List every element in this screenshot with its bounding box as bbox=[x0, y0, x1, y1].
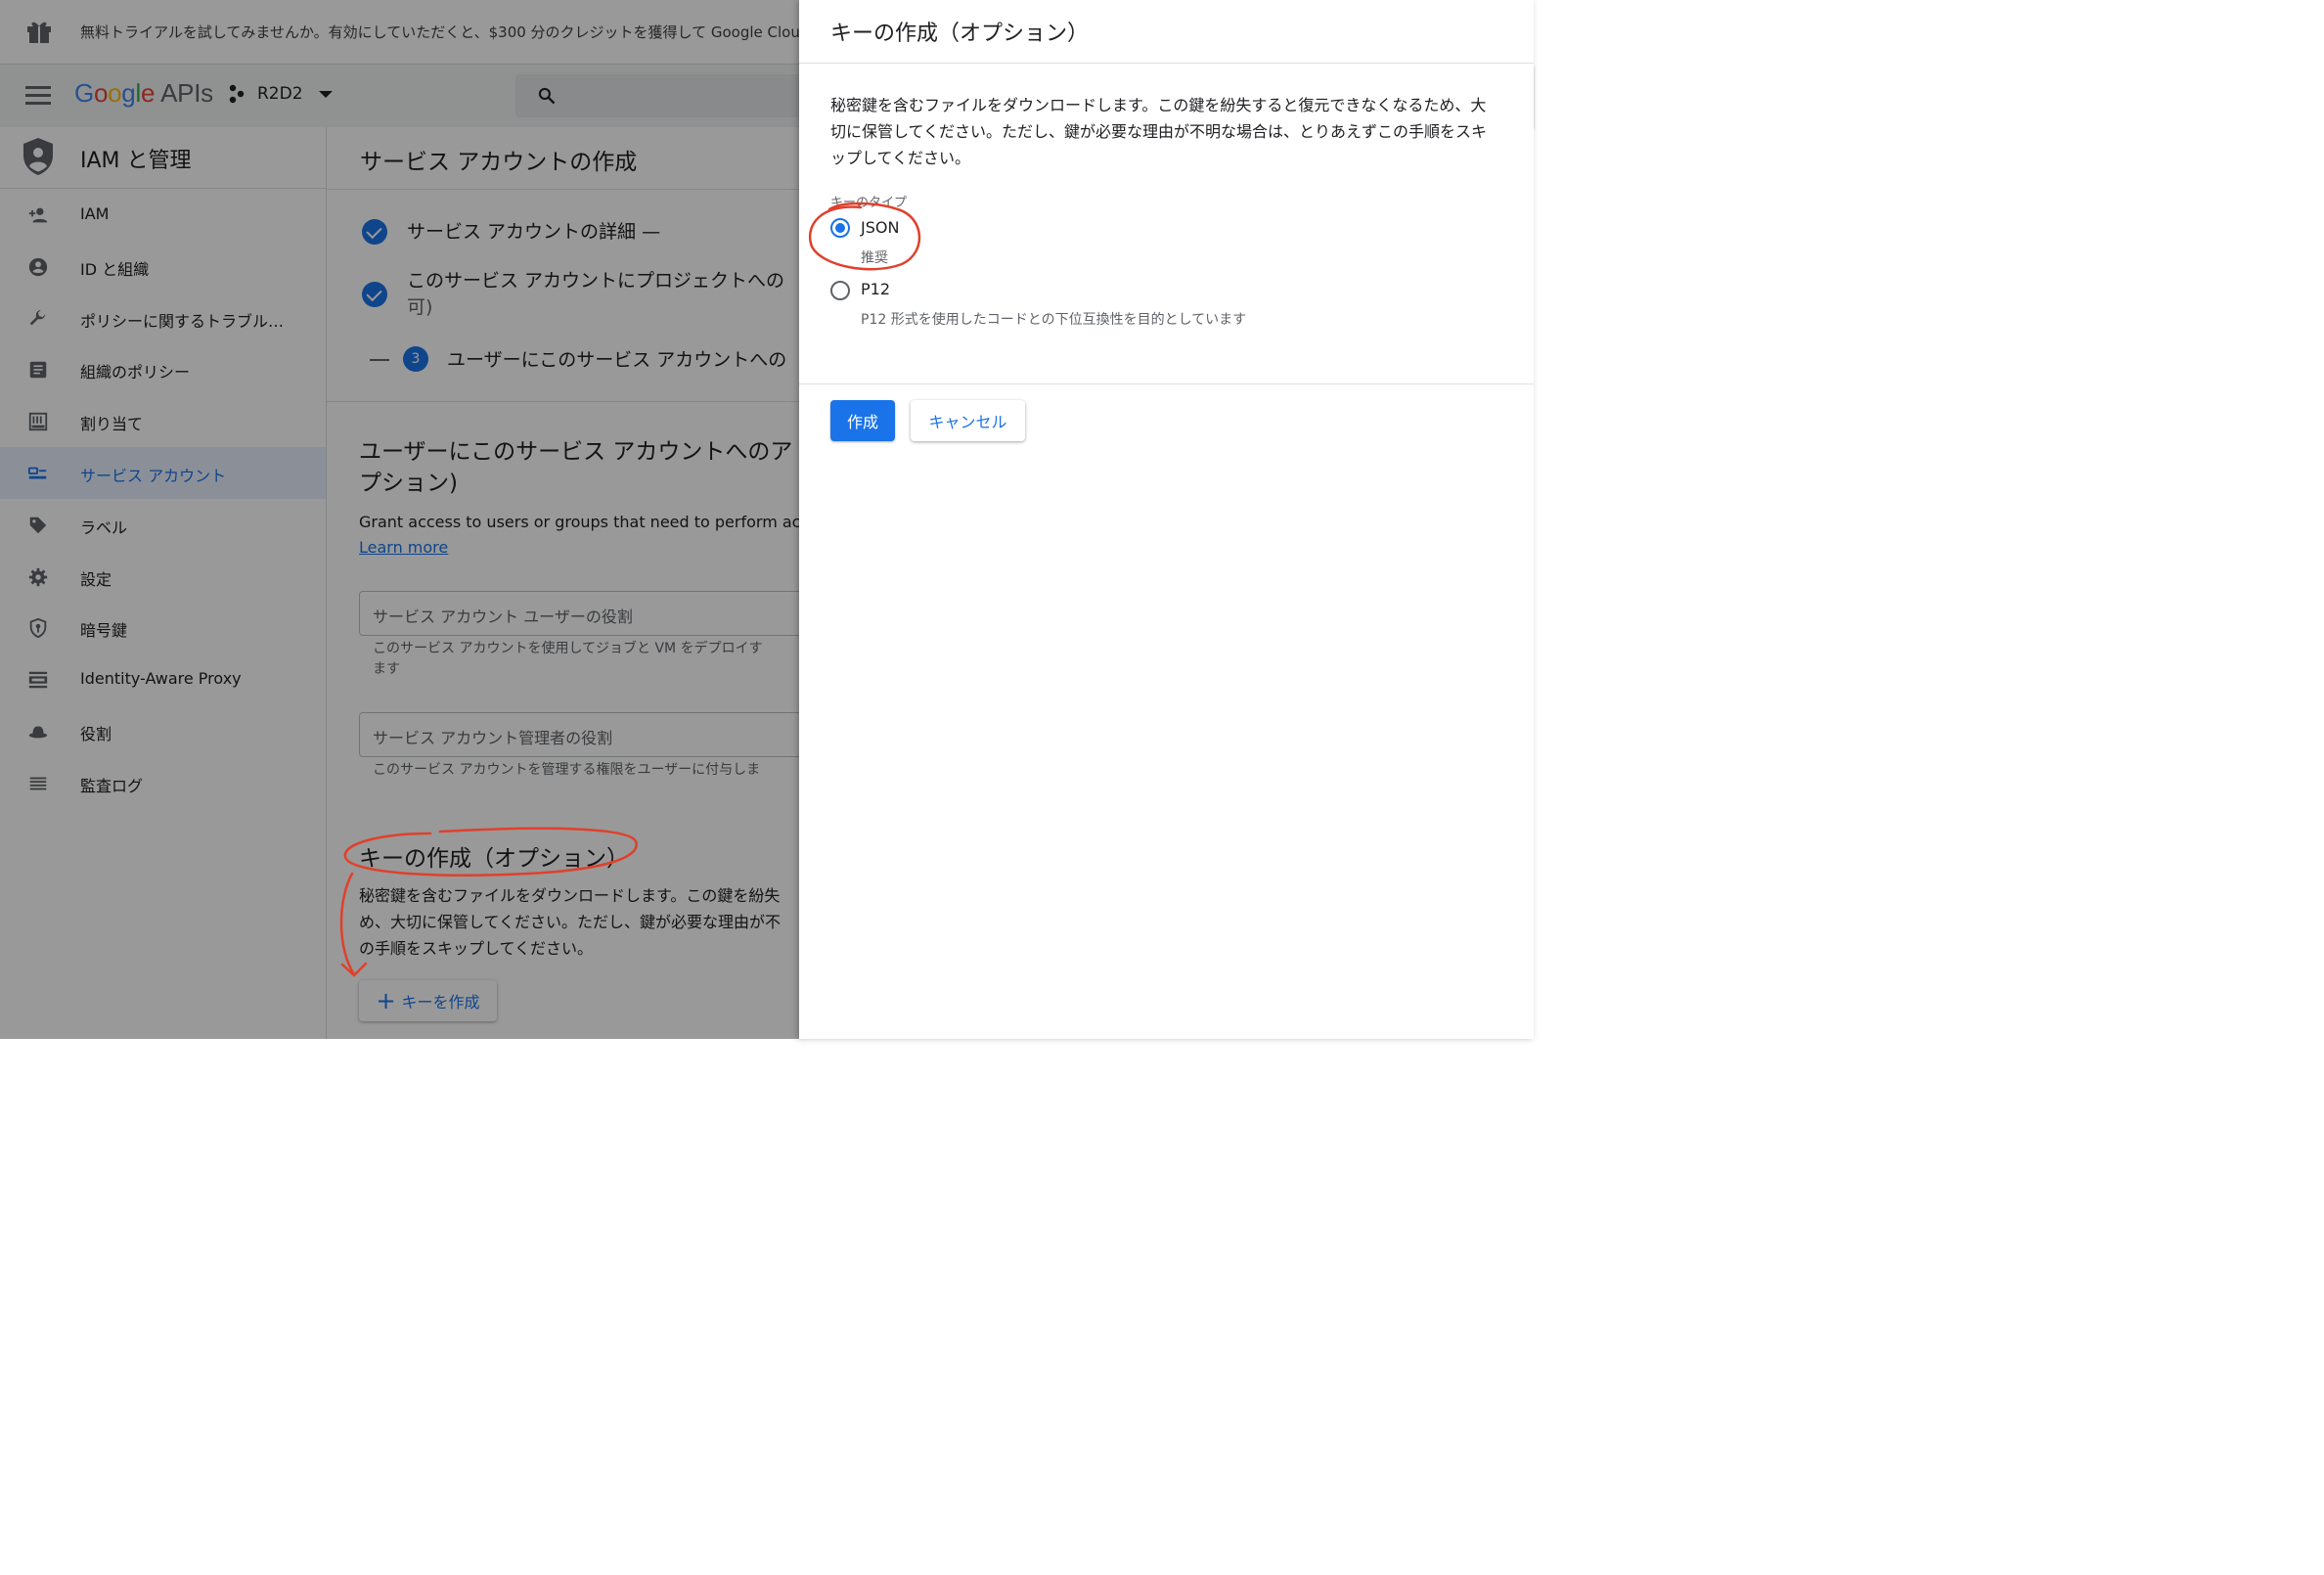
panel-description: 秘密鍵を含むファイルをダウンロードします。この鍵を紛失すると復元できなくなるため… bbox=[830, 96, 1488, 167]
p12-sub-label: P12 形式を使用したコードとの下位互換性を目的としています bbox=[861, 312, 1247, 328]
json-label[interactable]: JSON bbox=[861, 218, 899, 237]
key-type-label: キーのタイプ bbox=[830, 196, 908, 210]
cancel-button[interactable]: キャンセル bbox=[911, 400, 1025, 441]
panel-title: キーの作成（オプション） bbox=[830, 22, 1090, 46]
p12-label[interactable]: P12 bbox=[861, 280, 890, 298]
p12-radio[interactable] bbox=[830, 281, 850, 300]
create-key-panel: キーの作成（オプション） 秘密鍵を含むファイルをダウンロードします。この鍵を紛失… bbox=[799, 0, 1534, 1039]
divider bbox=[799, 383, 1534, 384]
json-sub-label: 推奨 bbox=[861, 250, 888, 266]
json-radio[interactable] bbox=[830, 218, 850, 238]
create-button[interactable]: 作成 bbox=[830, 400, 895, 441]
divider bbox=[799, 63, 1534, 64]
